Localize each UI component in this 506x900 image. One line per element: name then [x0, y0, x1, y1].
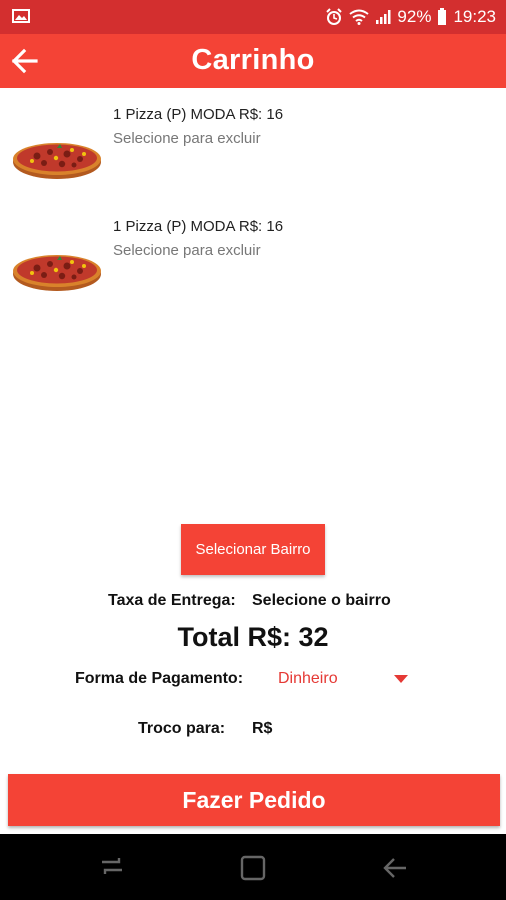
order-total: Total R$: 32	[177, 622, 329, 652]
place-order-button[interactable]: Fazer Pedido	[8, 774, 500, 826]
payment-method-value: Dinheiro	[278, 670, 338, 687]
item-title: 1 Pizza (P) MODA R$: 16	[113, 218, 284, 235]
cart-item[interactable]: 1 Pizza (P) MODA R$: 16 Selecione para e…	[0, 206, 506, 306]
back-icon[interactable]	[380, 854, 410, 882]
wifi-icon	[349, 9, 370, 25]
clock-time: 19:23	[453, 7, 496, 26]
alarm-icon	[325, 8, 343, 26]
change-value[interactable]: R$	[252, 720, 272, 738]
pizza-image	[13, 143, 101, 179]
payment-method-select[interactable]: Dinheiro	[278, 668, 412, 692]
page-title: Carrinho	[191, 44, 315, 76]
battery-icon	[437, 8, 447, 26]
recent-apps-icon[interactable]	[97, 854, 127, 882]
signal-icon	[375, 9, 391, 25]
status-bar: 92% 19:23	[0, 0, 506, 34]
item-subtitle: Selecione para excluir	[113, 130, 261, 147]
delivery-fee-label: Taxa de Entrega:	[108, 592, 236, 609]
pizza-image	[13, 255, 101, 291]
item-title: 1 Pizza (P) MODA R$: 16	[113, 106, 284, 123]
app-bar: Carrinho	[0, 34, 506, 88]
payment-method-label: Forma de Pagamento:	[75, 670, 244, 687]
dropdown-arrow-icon	[394, 675, 408, 683]
image-icon	[12, 9, 30, 23]
cart-item[interactable]: 1 Pizza (P) MODA R$: 16 Selecione para e…	[0, 94, 506, 194]
change-label: Troco para:	[138, 720, 226, 737]
delivery-fee-value: Selecione o bairro	[252, 592, 391, 609]
navigation-bar	[0, 834, 506, 900]
select-bairro-button[interactable]: Selecionar Bairro	[181, 524, 325, 575]
battery-level: 92%	[397, 7, 432, 26]
item-subtitle: Selecione para excluir	[113, 242, 261, 259]
home-icon[interactable]	[238, 854, 268, 882]
